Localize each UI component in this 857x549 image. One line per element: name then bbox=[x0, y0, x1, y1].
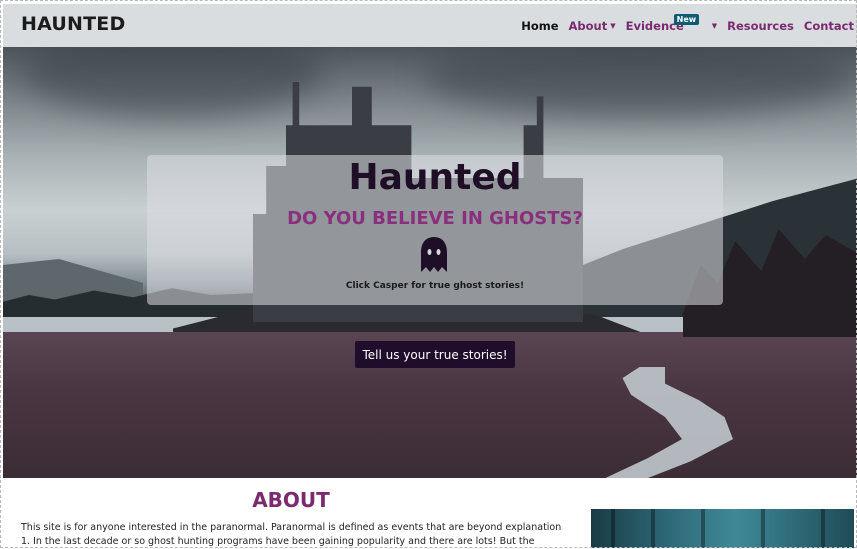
ghost-icon[interactable] bbox=[419, 236, 449, 274]
caret-down-icon: ▼ bbox=[610, 22, 616, 30]
hero-caption: Click Casper for true ghost stories! bbox=[345, 281, 525, 291]
hero-subtitle: DO YOU BELIEVE IN GHOSTS? bbox=[287, 208, 583, 229]
cloud-shape bbox=[423, 47, 853, 117]
nav-item-evidence[interactable]: Evidence New ▼ bbox=[626, 14, 718, 33]
tell-stories-button[interactable]: Tell us your true stories! bbox=[355, 341, 515, 368]
nav-item-about[interactable]: About ▼ bbox=[569, 19, 616, 33]
nav-item-contact[interactable]: Contact bbox=[804, 19, 854, 33]
nav-item-home[interactable]: Home bbox=[521, 19, 558, 33]
about-line: 1. In the last decade or so ghost huntin… bbox=[21, 536, 535, 547]
about-text: This site is for anyone interested in th… bbox=[21, 521, 566, 549]
hero-card: Haunted DO YOU BELIEVE IN GHOSTS? Click … bbox=[147, 155, 723, 305]
caret-down-icon: ▼ bbox=[711, 22, 718, 30]
about-line: This site is for anyone interested in th… bbox=[21, 522, 562, 533]
about-image bbox=[591, 509, 854, 548]
nav-item-resources[interactable]: Resources bbox=[727, 19, 794, 33]
navbar: HAUNTED Home About ▼ Evidence New ▼ Reso… bbox=[3, 4, 857, 47]
cloud-shape bbox=[23, 47, 323, 117]
nav-links: Home About ▼ Evidence New ▼ Resources Co… bbox=[511, 14, 854, 33]
brand-logo[interactable]: HAUNTED bbox=[21, 13, 125, 35]
nav-item-about-label: About bbox=[568, 19, 608, 33]
new-badge: New bbox=[673, 14, 700, 25]
about-heading: ABOUT bbox=[252, 488, 330, 512]
hero-title: Haunted bbox=[348, 157, 522, 198]
hero-banner: Haunted DO YOU BELIEVE IN GHOSTS? Click … bbox=[3, 47, 857, 478]
